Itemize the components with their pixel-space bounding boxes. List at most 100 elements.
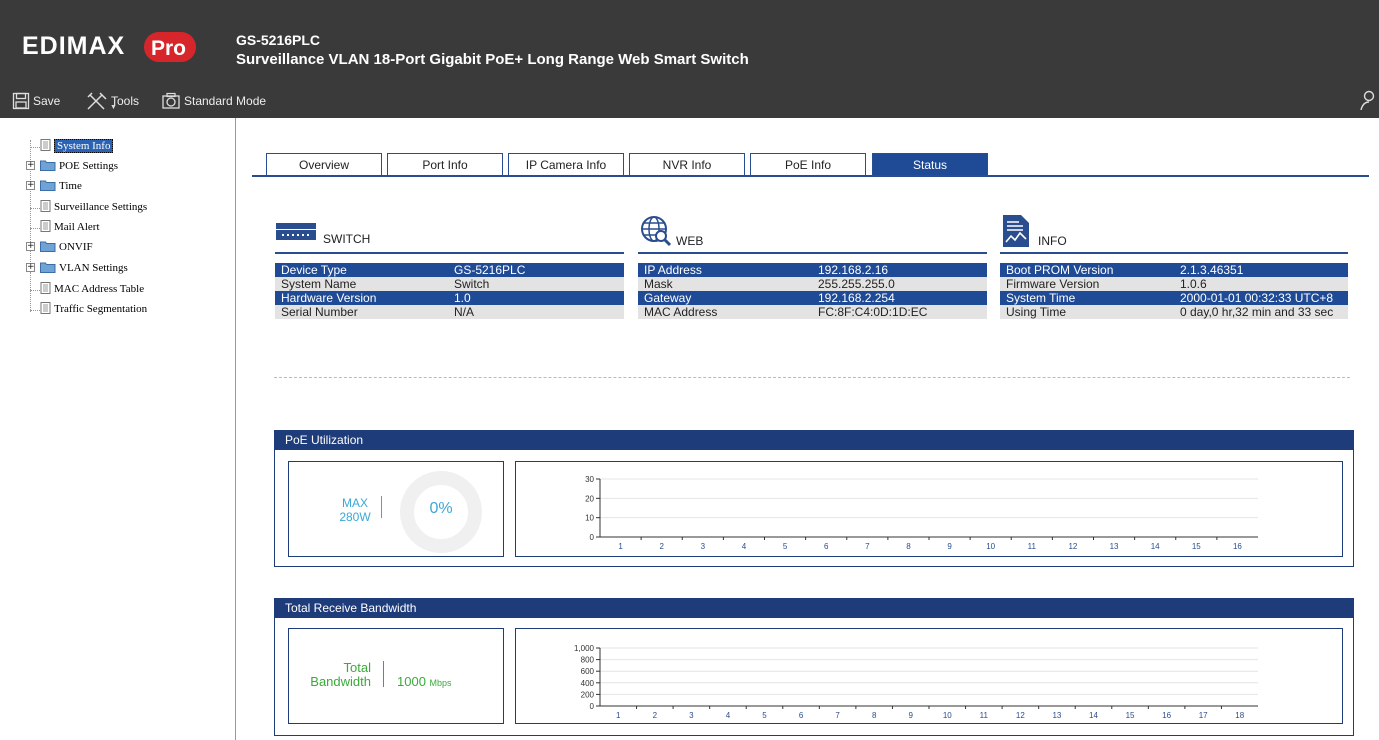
bandwidth-section-title: Total Receive Bandwidth <box>275 599 1353 618</box>
standard-mode-label: Standard Mode <box>184 94 267 108</box>
web-panel-title: WEB <box>676 234 704 248</box>
bandwidth-unit: Mbps <box>429 678 452 688</box>
x-tick-label: 5 <box>762 711 767 720</box>
svg-text:Pro: Pro <box>151 37 186 60</box>
switch-panel-title: SWITCH <box>323 232 371 246</box>
x-tick-label: 7 <box>835 711 840 720</box>
expand-icon[interactable]: + <box>26 242 35 251</box>
info-row: Serial Number N/A <box>275 305 624 319</box>
y-tick-label: 1,000 <box>574 644 595 653</box>
tab-status[interactable]: Status <box>872 153 988 175</box>
x-tick-label: 14 <box>1089 711 1098 720</box>
standard-mode-button[interactable]: Standard Mode <box>161 90 266 112</box>
document-icon <box>40 138 51 154</box>
sidebar-item-mac-address-table[interactable]: MAC Address Table <box>40 281 144 297</box>
tab-ip-camera-info[interactable]: IP Camera Info <box>508 153 624 175</box>
sidebar-item-traffic-segmentation[interactable]: Traffic Segmentation <box>40 301 147 317</box>
sidebar-item-poe-settings[interactable]: POE Settings <box>40 158 118 174</box>
tools-icon <box>87 92 107 110</box>
sidebar-tree: System Info + POE Settings + Time Survei… <box>0 118 236 740</box>
sidebar-item-mail-alert[interactable]: Mail Alert <box>40 219 100 235</box>
x-tick-label: 4 <box>742 542 747 551</box>
sidebar-item-onvif[interactable]: ONVIF <box>40 239 93 255</box>
x-tick-label: 3 <box>689 711 694 720</box>
poe-max-value: 280W <box>339 510 371 524</box>
info-row: MAC Address FC:8F:C4:0D:1D:EC <box>638 305 987 319</box>
tab-poe-info[interactable]: PoE Info <box>750 153 866 175</box>
save-button[interactable]: Save <box>12 90 60 112</box>
info-row: Gateway 192.168.2.254 <box>638 291 987 305</box>
sidebar-item-system-info[interactable]: System Info <box>40 138 114 154</box>
tab-bar: Overview Port Info IP Camera Info NVR In… <box>252 153 1369 177</box>
edimax-pro-logo: EDIMAX Pro <box>22 24 198 68</box>
globe-icon <box>641 216 672 247</box>
device-description: Surveillance VLAN 18-Port Gigabit PoE+ L… <box>236 51 749 68</box>
info-row: Boot PROM Version 2.1.3.46351 <box>1000 263 1348 277</box>
x-tick-label: 6 <box>799 711 804 720</box>
y-tick-label: 20 <box>585 494 594 503</box>
y-tick-label: 0 <box>590 533 595 542</box>
poe-percent: 0% <box>429 500 453 517</box>
x-tick-label: 10 <box>986 542 995 551</box>
bandwidth-section: Total Receive Bandwidth Total Bandwidth … <box>274 598 1354 736</box>
poe-summary-box: MAX 280W 0% <box>288 461 504 557</box>
info-row: System Name Switch <box>275 277 624 291</box>
x-tick-label: 18 <box>1235 711 1244 720</box>
bandwidth-port-chart: 02004006008001,0001 2 3 4 5 6 7 8 9 10 11 12 13 14 15 1… <box>574 644 1258 720</box>
x-tick-label: 16 <box>1233 542 1242 551</box>
document-icon <box>40 301 51 317</box>
expand-icon[interactable]: + <box>26 181 35 190</box>
switch-icon <box>276 223 316 240</box>
x-tick-label: 12 <box>1016 711 1025 720</box>
folder-icon <box>40 179 56 194</box>
bandwidth-label-line1: Total <box>343 660 371 675</box>
x-tick-label: 10 <box>943 711 952 720</box>
x-tick-label: 5 <box>783 542 788 551</box>
tools-button[interactable]: Tools ▼ <box>86 90 139 112</box>
info-row: IP Address 192.168.2.16 <box>638 263 987 277</box>
sidebar-item-time[interactable]: Time <box>40 178 82 194</box>
svg-text:EDIMAX: EDIMAX <box>22 32 125 60</box>
info-panel-title: INFO <box>1038 234 1067 248</box>
poe-section-title: PoE Utilization <box>275 431 1353 450</box>
x-tick-label: 2 <box>653 711 658 720</box>
bandwidth-label-line2: Bandwidth <box>310 674 371 689</box>
poe-utilization-section: PoE Utilization MAX 280W 0% 0 10 20 30 1 2 3 4 5… <box>274 430 1354 567</box>
x-tick-label: 9 <box>947 542 952 551</box>
x-tick-label: 14 <box>1151 542 1160 551</box>
x-tick-label: 13 <box>1052 711 1061 720</box>
folder-icon <box>40 159 56 174</box>
y-tick-label: 200 <box>581 690 595 699</box>
poe-port-chart-box: 0 10 20 30 1 2 3 4 5 6 7 8 9 10 11 12 13 14 15 16 <box>515 461 1343 557</box>
folder-icon <box>40 240 56 255</box>
x-tick-label: 6 <box>824 542 829 551</box>
user-icon[interactable] <box>1359 90 1375 115</box>
toolbar: Save Tools ▼ Standard Mode <box>0 86 1379 116</box>
info-row: Device Type GS-5216PLC <box>275 263 624 277</box>
x-tick-label: 9 <box>908 711 913 720</box>
info-row: Using Time 0 day,0 hr,32 min and 33 sec <box>1000 305 1348 319</box>
y-tick-label: 0 <box>590 702 595 711</box>
tab-overview[interactable]: Overview <box>266 153 382 175</box>
x-tick-label: 4 <box>726 711 731 720</box>
info-row: Mask 255.255.255.0 <box>638 277 987 291</box>
info-row: Hardware Version 1.0 <box>275 291 624 305</box>
y-tick-label: 600 <box>581 667 595 676</box>
sidebar-item-surveillance-settings[interactable]: Surveillance Settings <box>40 199 147 215</box>
info-row: System Time 2000-01-01 00:32:33 UTC+8 <box>1000 291 1348 305</box>
folder-icon <box>40 261 56 276</box>
y-tick-label: 800 <box>581 656 595 665</box>
poe-port-chart: 01020301 2 3 4 5 6 7 8 9 10 11 12 13 14 15 16 <box>585 475 1258 551</box>
save-label: Save <box>33 94 61 108</box>
document-icon <box>40 219 51 235</box>
document-icon <box>40 199 51 215</box>
expand-icon[interactable]: + <box>26 161 35 170</box>
bandwidth-port-chart-box: 0 200 400 600 800 1,000 1 2 3 4 5 6 7 8 9 10 11 12 13 14 15 1… <box>515 628 1343 724</box>
expand-icon[interactable]: + <box>26 263 35 272</box>
x-tick-label: 2 <box>659 542 664 551</box>
sidebar-item-vlan-settings[interactable]: VLAN Settings <box>40 260 128 276</box>
y-tick-label: 10 <box>585 514 594 523</box>
tab-nvr-info[interactable]: NVR Info <box>629 153 745 175</box>
bandwidth-summary-box: Total Bandwidth 1000 Mbps <box>288 628 504 724</box>
tab-port-info[interactable]: Port Info <box>387 153 503 175</box>
